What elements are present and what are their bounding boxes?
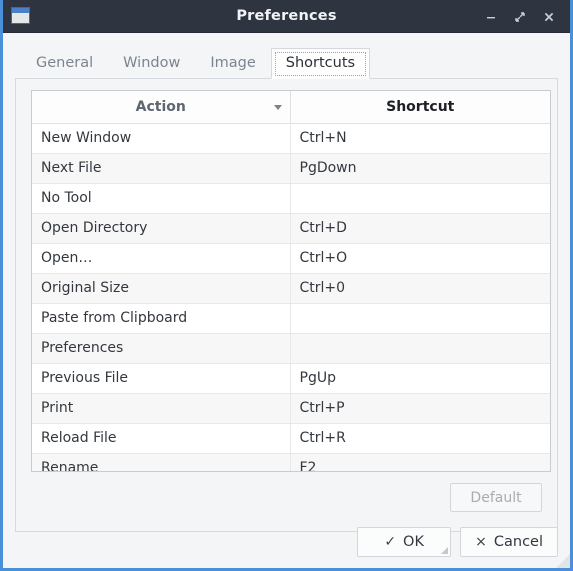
dialog-button-row: ✓ OK × Cancel <box>3 516 570 568</box>
table-row[interactable]: Reload File Ctrl+R <box>32 423 550 454</box>
cell-shortcut[interactable] <box>290 333 550 364</box>
minimize-button[interactable] <box>478 4 504 30</box>
cell-shortcut[interactable]: Ctrl+P <box>290 393 550 424</box>
tab-general-label: General <box>36 55 94 71</box>
cell-action: Next File <box>32 153 291 184</box>
cell-action: New Window <box>32 123 291 154</box>
window-resize-grip[interactable] <box>556 554 570 568</box>
cell-shortcut[interactable]: PgUp <box>290 363 550 394</box>
tab-image[interactable]: Image <box>195 48 270 78</box>
cancel-button-label: Cancel <box>493 534 543 550</box>
table-row[interactable]: Open… Ctrl+O <box>32 243 550 274</box>
default-button[interactable]: Default <box>450 483 542 512</box>
cell-action: Rename <box>32 453 291 471</box>
tab-window-label: Window <box>123 55 181 71</box>
shortcuts-table: Action Shortcut New Window Ctrl+N Next Fil… <box>32 91 550 471</box>
cell-shortcut[interactable]: Ctrl+O <box>290 243 550 274</box>
default-button-label: Default <box>470 489 522 506</box>
cell-shortcut[interactable]: F2 <box>290 453 550 471</box>
cell-action: Reload File <box>32 423 291 454</box>
table-row[interactable]: Next File PgDown <box>32 153 550 184</box>
cancel-button[interactable]: × Cancel <box>460 527 558 557</box>
preferences-dialog: Preferences General Window Image Shortcu… <box>0 0 573 571</box>
window-controls <box>478 0 562 33</box>
cell-shortcut[interactable]: Ctrl+D <box>290 213 550 244</box>
tab-general[interactable]: General <box>21 48 108 78</box>
cell-shortcut[interactable]: PgDown <box>290 153 550 184</box>
table-row[interactable]: Rename F2 <box>32 453 550 471</box>
table-row[interactable]: Original Size Ctrl+0 <box>32 273 550 304</box>
window-icon <box>11 7 30 24</box>
tab-image-label: Image <box>210 55 256 71</box>
cell-action: Print <box>32 393 291 424</box>
table-row[interactable]: Previous File PgUp <box>32 363 550 394</box>
resize-grip-icon <box>441 547 449 554</box>
column-header-action-label: Action <box>135 98 186 115</box>
check-icon: ✓ <box>384 534 397 550</box>
cell-shortcut[interactable]: Ctrl+R <box>290 423 550 454</box>
cell-action: Open Directory <box>32 213 291 244</box>
column-header-shortcut-label: Shortcut <box>386 98 455 115</box>
cell-action: Original Size <box>32 273 291 304</box>
cell-shortcut[interactable]: Ctrl+N <box>290 123 550 154</box>
table-header: Action Shortcut <box>32 91 550 124</box>
table-row[interactable]: No Tool <box>32 183 550 214</box>
cell-shortcut[interactable] <box>290 303 550 334</box>
cross-icon: × <box>475 534 487 550</box>
cell-shortcut[interactable]: Ctrl+0 <box>290 273 550 304</box>
tab-bar: General Window Image Shortcuts <box>3 45 570 79</box>
table-row[interactable]: Open Directory Ctrl+D <box>32 213 550 244</box>
close-button[interactable] <box>536 4 562 30</box>
minimize-icon <box>487 16 495 18</box>
chevron-down-icon <box>273 105 282 110</box>
title-bar[interactable]: Preferences <box>3 0 570 33</box>
tab-shortcuts[interactable]: Shortcuts <box>270 48 371 79</box>
cell-shortcut[interactable] <box>290 183 550 214</box>
cell-action: Preferences <box>32 333 291 364</box>
cell-action: Open… <box>32 243 291 274</box>
table-row[interactable]: New Window Ctrl+N <box>32 123 550 154</box>
ok-button-label: OK <box>403 534 424 550</box>
cell-action: Paste from Clipboard <box>32 303 291 334</box>
shortcuts-table-frame[interactable]: Action Shortcut New Window Ctrl+N Next Fil… <box>31 90 551 472</box>
table-header-row: Action Shortcut <box>32 91 550 124</box>
ok-button[interactable]: ✓ OK <box>357 527 452 557</box>
table-row[interactable]: Paste from Clipboard <box>32 303 550 334</box>
table-body: New Window Ctrl+N Next File PgDown No Tool Op… <box>32 123 550 471</box>
table-row[interactable]: Print Ctrl+P <box>32 393 550 424</box>
maximize-button[interactable] <box>507 4 533 30</box>
tab-window[interactable]: Window <box>108 48 195 78</box>
column-header-action[interactable]: Action <box>32 91 291 124</box>
tab-content-panel: Action Shortcut New Window Ctrl+N Next Fil… <box>15 78 558 532</box>
column-header-shortcut[interactable]: Shortcut <box>290 91 550 124</box>
close-icon <box>544 12 554 21</box>
maximize-icon <box>515 11 525 22</box>
table-row[interactable]: Preferences <box>32 333 550 364</box>
cell-action: Previous File <box>32 363 291 394</box>
tab-shortcuts-label: Shortcuts <box>285 55 356 71</box>
cell-action: No Tool <box>32 183 291 214</box>
